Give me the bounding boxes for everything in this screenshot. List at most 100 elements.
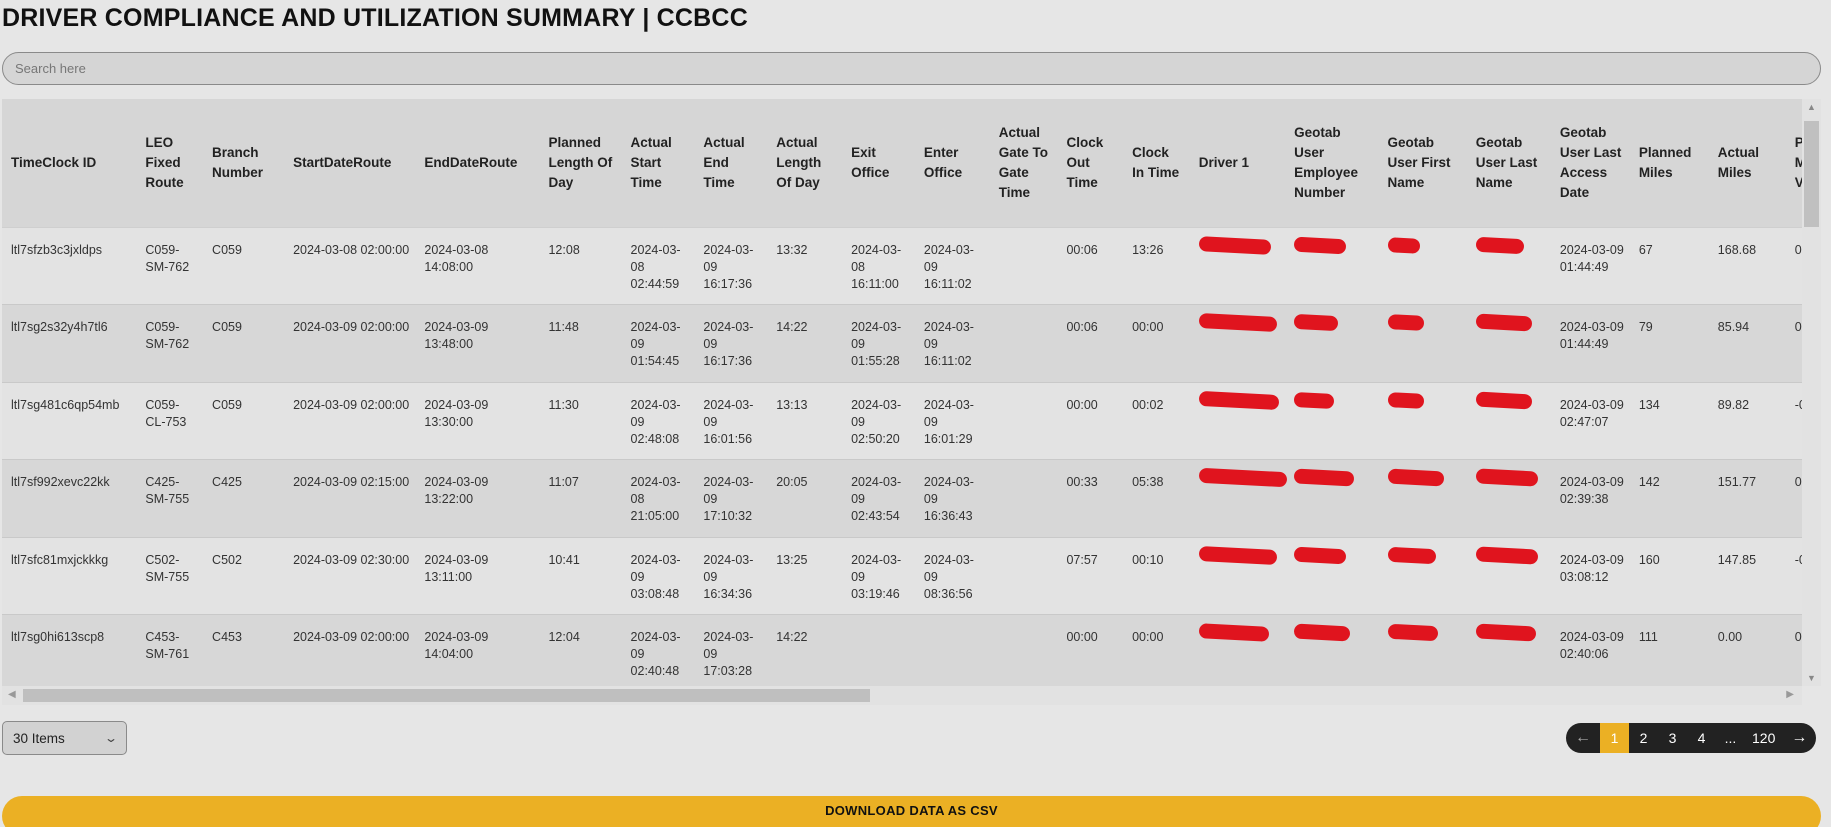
cell-text: 0.00: [1717, 630, 1743, 645]
table-cell: 2024-03-09 02:47:07: [1550, 381, 1630, 460]
cell-text: 2024-03-09 02:48:08: [630, 397, 681, 446]
page-button[interactable]: 120: [1745, 723, 1782, 753]
column-header[interactable]: Planned Length Of Day: [539, 99, 622, 228]
table-cell: 134: [1629, 381, 1709, 460]
column-header[interactable]: Geotab User First Name: [1378, 99, 1467, 228]
table-cell: 2024-03-09 08:36:56: [914, 536, 990, 615]
column-header[interactable]: Geotab User Employee Number: [1285, 99, 1379, 228]
cell-text: -0.08%: [1794, 552, 1802, 567]
cell-text: 168.68: [1717, 242, 1757, 257]
cell-text: 2024-03-09 13:30:00: [424, 397, 489, 429]
column-header[interactable]: Geotab User Last Access Date: [1550, 99, 1630, 228]
table-cell: C453: [203, 614, 285, 686]
vertical-scrollbar[interactable]: ▲ ▼: [1802, 99, 1821, 686]
table-row[interactable]: ltl7sf992xevc22kk C425-SM-755 C425 2024-03-…: [2, 459, 1802, 538]
table-cell: -0.49%: [1785, 381, 1802, 460]
table-cell: ltl7sf992xevc22kk: [2, 459, 137, 538]
vertical-scroll-thumb[interactable]: [1804, 121, 1819, 227]
column-header[interactable]: Clock In Time: [1123, 99, 1190, 228]
table-cell: 0.00%: [1785, 614, 1802, 686]
cell-text: 0.08%: [1794, 320, 1802, 335]
table-row[interactable]: ltl7sg0hi613scp8 C453-SM-761 C453 2024-03-0…: [2, 614, 1802, 686]
table-row[interactable]: ltl7sg2s32y4h7tl6 C059-SM-762 C059 2024-03-…: [2, 304, 1802, 383]
table-cell: 2024-03-09 02:00:00: [284, 304, 416, 383]
redaction-mark: [1293, 546, 1347, 565]
cell-text: 2024-03-09 02:15:00: [293, 475, 410, 490]
cell-text: 2024-03-09 16:34:36: [703, 552, 754, 601]
table-cell: [1189, 381, 1286, 460]
cell-text: 0.06%: [1794, 475, 1802, 490]
cell-text: 14:22: [776, 320, 808, 335]
table-cell: 12:08: [539, 226, 622, 305]
page-button[interactable]: 4: [1687, 723, 1716, 753]
column-header[interactable]: EndDateRoute: [415, 99, 540, 228]
table-cell: 14:22: [767, 614, 843, 686]
table-cell: [1189, 459, 1288, 538]
table-cell: [1466, 381, 1551, 460]
data-table-container: TimeClock ID LEO Fixed Route Branch Number…: [2, 99, 1802, 686]
chevron-down-icon: ⌄: [103, 731, 119, 745]
table-cell: 147.85: [1708, 536, 1786, 615]
items-per-page-select[interactable]: 30 Items ⌄: [2, 721, 127, 755]
cell-text: C502-SM-755: [145, 552, 190, 584]
arrow-right-icon[interactable]: →: [1782, 723, 1816, 753]
scroll-up-icon[interactable]: ▲: [1807, 102, 1816, 112]
table-row[interactable]: ltl7sfzb3c3jxldps C059-SM-762 C059 2024-03-…: [2, 226, 1802, 305]
table-cell: 160: [1629, 536, 1709, 615]
table-cell: [1466, 304, 1551, 383]
arrow-left-icon[interactable]: ←: [1566, 723, 1600, 753]
page-button[interactable]: 2: [1629, 723, 1658, 753]
column-header[interactable]: TimeClock ID: [2, 99, 137, 228]
column-header[interactable]: Exit Office: [842, 99, 915, 228]
table-cell: 79: [1629, 304, 1709, 383]
column-header[interactable]: Actual Gate To Gate Time: [989, 99, 1058, 228]
column-header[interactable]: Clock Out Time: [1057, 99, 1124, 228]
cell-text: 00:06: [1066, 320, 1098, 335]
table-cell: 13:32: [767, 226, 843, 305]
column-header[interactable]: Planned Miles: [1629, 99, 1709, 228]
column-header[interactable]: Actual Start Time: [621, 99, 695, 228]
cell-text: 2024-03-09 03:08:12: [1559, 552, 1624, 584]
column-header[interactable]: StartDateRoute: [284, 99, 416, 228]
search-input[interactable]: [2, 52, 1821, 85]
cell-text: 00:00: [1132, 630, 1164, 645]
cell-text: 2024-03-09 16:01:56: [703, 397, 754, 446]
cell-text: 13:26: [1132, 242, 1164, 257]
scroll-left-icon[interactable]: ◀: [8, 689, 16, 700]
table-cell: 0.60%: [1785, 226, 1802, 305]
table-cell: 20:05: [767, 459, 843, 538]
table-cell: 12:04: [539, 614, 622, 686]
cell-text: 67: [1638, 242, 1653, 257]
column-header[interactable]: Branch Number: [203, 99, 285, 228]
cell-text: 13:25: [776, 552, 808, 567]
column-header[interactable]: PVA: Miles Variance: [1785, 99, 1802, 228]
column-header[interactable]: Enter Office: [914, 99, 990, 228]
redaction-mark: [1293, 391, 1335, 409]
page-button[interactable]: 3: [1658, 723, 1687, 753]
horizontal-scroll-thumb[interactable]: [23, 689, 870, 702]
column-header[interactable]: Actual Miles: [1708, 99, 1786, 228]
column-header[interactable]: Actual End Time: [694, 99, 768, 228]
table-cell: C425: [203, 459, 285, 538]
page-button[interactable]: 1: [1600, 723, 1629, 753]
table-cell: [1285, 614, 1379, 686]
table-row[interactable]: ltl7sfc81mxjckkkg C502-SM-755 C502 2024-03-…: [2, 536, 1802, 615]
column-header[interactable]: Driver 1: [1189, 99, 1286, 228]
table-cell: 2024-03-09 03:08:48: [621, 536, 695, 615]
table-cell: 2024-03-09 01:54:45: [621, 304, 695, 383]
download-csv-button[interactable]: DOWNLOAD DATA AS CSV: [2, 796, 1821, 827]
cell-text: 2024-03-09 14:04:00: [424, 630, 489, 662]
scroll-down-icon[interactable]: ▼: [1807, 673, 1816, 683]
column-header[interactable]: Geotab User Last Name: [1466, 99, 1551, 228]
column-header[interactable]: LEO Fixed Route: [136, 99, 204, 228]
cell-text: 11:07: [548, 475, 579, 490]
table-cell: [1466, 226, 1551, 305]
page-button[interactable]: ...: [1716, 723, 1745, 753]
scroll-right-icon[interactable]: ▶: [1786, 689, 1794, 700]
table-row[interactable]: ltl7sg481c6qp54mb C059-CL-753 C059 2024-03-…: [2, 381, 1802, 460]
horizontal-scrollbar[interactable]: ◀ ▶: [2, 686, 1802, 705]
table-cell: 2024-03-09 03:08:12: [1550, 536, 1630, 615]
table-cell: C059-CL-753: [136, 381, 204, 460]
column-header[interactable]: Actual Length Of Day: [767, 99, 843, 228]
redaction-mark: [1387, 468, 1444, 487]
